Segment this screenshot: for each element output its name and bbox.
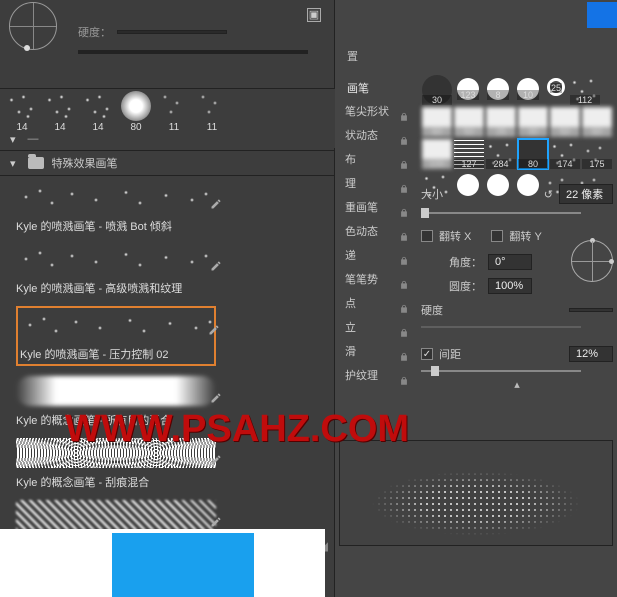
brush-controls: 大小 ↺ 22 像素 翻转 X 翻转 Y 角度： 0° 圆度： 100% 硬度 … [421, 176, 613, 391]
lock-icon [399, 227, 409, 237]
brush-settings-panel: 置 画笔 笔尖形状状动态布理重画笔色动态递笔笔势点立滑护纹理 301238102… [335, 0, 617, 597]
brush-tip-thumb[interactable]: 100 [422, 139, 452, 169]
lock-icon [399, 347, 409, 357]
brush-tip-thumb[interactable]: 8 [487, 78, 509, 100]
canvas-fill [112, 533, 254, 597]
brush-option-item[interactable]: 状动态 [335, 124, 415, 148]
brush-tip-thumb[interactable]: 30 [518, 107, 548, 137]
flipy-checkbox[interactable] [491, 230, 503, 242]
hardness-label-r: 硬度 [421, 302, 563, 318]
angle-input[interactable]: 0° [488, 254, 532, 270]
brush-list: Kyle 的喷溅画笔 - 喷溅 Bot 倾斜 Kyle 的喷溅画笔 - 高级喷溅和… [0, 178, 335, 547]
brush-tip-thumb[interactable]: 112 [570, 75, 600, 105]
brush-option-item[interactable]: 滑 [335, 340, 415, 364]
roundness-input[interactable]: 100% [488, 278, 532, 294]
edit-icon [210, 198, 222, 210]
brush-preview-top: 硬度： ▣ [0, 0, 335, 72]
lock-icon [399, 131, 409, 141]
brush-option-item[interactable]: 色动态 [335, 220, 415, 244]
brush-option-item[interactable]: 理 [335, 172, 415, 196]
lock-icon [399, 275, 409, 285]
brush-option-item[interactable]: 笔尖形状 [335, 100, 415, 124]
brush-tip-thumb[interactable]: 123 [457, 78, 479, 100]
edit-icon [208, 324, 220, 336]
brush-option-list: 笔尖形状状动态布理重画笔色动态递笔笔势点立滑护纹理 [335, 100, 415, 388]
size-input[interactable]: 22 像素 [559, 184, 613, 204]
brush-option-item[interactable]: 立 [335, 316, 415, 340]
chevron-down-icon [10, 133, 20, 146]
angle-label: 角度： [449, 254, 482, 270]
active-tool-tab[interactable] [587, 2, 617, 28]
hardness-input[interactable] [569, 308, 613, 312]
roundness-label: 圆度： [449, 278, 482, 294]
lock-icon [399, 299, 409, 309]
brush-preset-item[interactable]: Kyle 的喷溅画笔 - 喷溅 Bot 倾斜 [16, 182, 216, 234]
stroke-preview [339, 440, 613, 546]
brush-option-item[interactable]: 递 [335, 244, 415, 268]
brush-preset-item[interactable]: Kyle 的喷溅画笔 - 压力控制 02 [16, 306, 216, 366]
lock-icon [399, 371, 409, 381]
folder-row[interactable]: — [0, 128, 335, 150]
brush-tip-thumb[interactable]: 60 [582, 107, 612, 137]
flipx-label: 翻转 X [439, 228, 471, 244]
brush-preset-item[interactable]: Kyle 的喷溅画笔 - 高级喷溅和纹理 [16, 244, 216, 296]
settings-tab[interactable]: 置 [347, 48, 358, 64]
flipx-checkbox[interactable] [421, 230, 433, 242]
edit-icon [210, 260, 222, 272]
brush-option-item[interactable]: 重画笔 [335, 196, 415, 220]
brush-option-item[interactable]: 布 [335, 148, 415, 172]
angle-control-display[interactable] [0, 0, 66, 66]
brush-tip-thumb[interactable]: 50 [454, 107, 484, 137]
lock-icon [399, 203, 409, 213]
hardness-label: 硬度： [78, 24, 111, 40]
edit-icon [210, 454, 222, 466]
brush-tip-thumb[interactable]: 10 [517, 78, 539, 100]
edit-icon [210, 392, 222, 404]
reset-size-icon[interactable]: ↺ [544, 188, 553, 201]
brush-option-item[interactable]: 点 [335, 292, 415, 316]
brush-subtab[interactable]: 画笔 [347, 80, 369, 96]
lock-icon [399, 107, 409, 117]
angle-widget[interactable] [571, 240, 613, 282]
brush-tip-thumb[interactable]: 25 [547, 78, 565, 96]
spacing-input[interactable]: 12% [569, 346, 613, 362]
brush-tip-thumb[interactable]: 60 [422, 107, 452, 137]
brush-tip-thumb[interactable]: 80 [518, 139, 548, 169]
spacing-label: 间距 [439, 346, 563, 362]
lock-icon [399, 251, 409, 261]
brush-tip-thumb[interactable]: 127 [454, 139, 484, 169]
lock-icon [399, 179, 409, 189]
size-label: 大小 [421, 186, 538, 202]
brush-preset-panel: 硬度： ▣ 141414801111 — 特殊效果画笔 Kyle 的喷溅画笔 -… [0, 0, 335, 597]
brush-tip-thumb[interactable]: 174 [550, 139, 580, 169]
new-preset-icon[interactable]: ▣ [307, 8, 321, 22]
brush-option-item[interactable]: 笔笔势 [335, 268, 415, 292]
brush-option-item[interactable]: 护纹理 [335, 364, 415, 388]
brush-tip-thumb[interactable]: 50 [550, 107, 580, 137]
brush-tip-thumb[interactable]: 30 [422, 75, 452, 105]
hardness-slider-r[interactable] [421, 326, 581, 328]
spacing-slider[interactable] [421, 370, 581, 372]
lock-icon [399, 155, 409, 165]
size-slider[interactable] [421, 212, 581, 214]
watermark-text: WWW.PSAHZ.COM [65, 408, 409, 451]
folder-name: 特殊效果画笔 [52, 155, 118, 171]
brush-tip-thumb[interactable]: 175 [582, 139, 612, 169]
brush-tip-thumb[interactable]: 25 [486, 107, 516, 137]
brush-tip-thumb[interactable]: 284 [486, 139, 516, 169]
folder-row-special[interactable]: 特殊效果画笔 [0, 150, 335, 176]
folder-icon [28, 157, 44, 169]
lock-icon [399, 323, 409, 333]
size-track[interactable] [78, 50, 308, 54]
chevron-down-icon [10, 157, 20, 170]
hardness-slider[interactable] [117, 30, 227, 34]
flipy-label: 翻转 Y [509, 228, 541, 244]
edit-icon [210, 516, 222, 528]
spacing-checkbox[interactable] [421, 348, 433, 360]
